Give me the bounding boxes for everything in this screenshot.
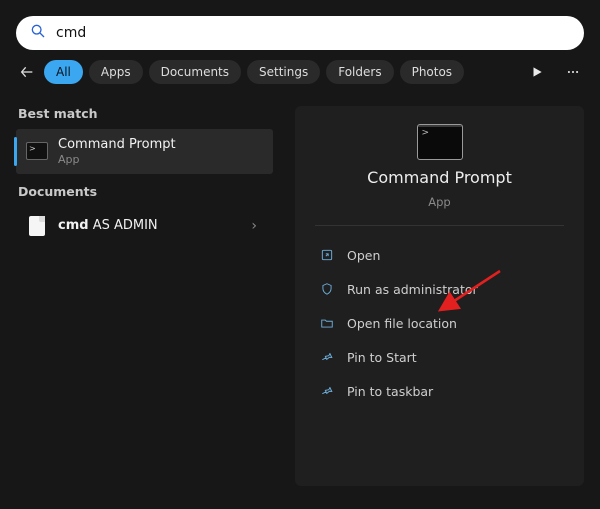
panel-title: Command Prompt (367, 168, 512, 187)
action-label: Open file location (347, 316, 457, 331)
search-area (0, 0, 600, 60)
back-button[interactable] (16, 61, 38, 83)
shield-icon (319, 281, 335, 297)
action-label: Run as administrator (347, 282, 478, 297)
details-column: Command Prompt App Open Run as a (285, 96, 600, 505)
panel-hero: Command Prompt App (315, 124, 564, 226)
document-icon (26, 215, 48, 237)
results-body: Best match Command Prompt App Documents … (0, 96, 600, 505)
documents-heading: Documents (18, 184, 273, 199)
more-icon[interactable] (562, 61, 584, 83)
search-input[interactable] (56, 25, 570, 41)
panel-subtitle: App (428, 195, 450, 209)
command-prompt-icon (26, 140, 48, 162)
filter-apps[interactable]: Apps (89, 60, 143, 84)
pin-icon (319, 383, 335, 399)
result-command-prompt[interactable]: Command Prompt App (16, 129, 273, 174)
pin-icon (319, 349, 335, 365)
action-label: Pin to taskbar (347, 384, 433, 399)
action-label: Open (347, 248, 380, 263)
open-icon (319, 247, 335, 263)
action-open-file-location[interactable]: Open file location (315, 308, 564, 338)
command-prompt-large-icon (417, 124, 463, 160)
action-open[interactable]: Open (315, 240, 564, 270)
play-icon[interactable] (526, 61, 548, 83)
best-match-heading: Best match (18, 106, 273, 121)
filter-documents[interactable]: Documents (149, 60, 241, 84)
results-left-column: Best match Command Prompt App Documents … (0, 96, 285, 505)
filter-photos[interactable]: Photos (400, 60, 464, 84)
result-title: Command Prompt (58, 137, 176, 153)
action-pin-to-taskbar[interactable]: Pin to taskbar (315, 376, 564, 406)
panel-actions: Open Run as administrator Open file loca… (315, 240, 564, 406)
action-pin-to-start[interactable]: Pin to Start (315, 342, 564, 372)
start-search-window: All Apps Documents Settings Folders Phot… (0, 0, 600, 509)
folder-icon (319, 315, 335, 331)
filter-row: All Apps Documents Settings Folders Phot… (0, 60, 600, 96)
search-box[interactable] (16, 16, 584, 50)
result-title: cmd AS ADMIN (58, 218, 158, 233)
filter-all[interactable]: All (44, 60, 83, 84)
search-icon (30, 23, 46, 43)
details-panel: Command Prompt App Open Run as a (295, 106, 584, 486)
filter-folders[interactable]: Folders (326, 60, 393, 84)
result-subtitle: App (58, 153, 176, 166)
action-label: Pin to Start (347, 350, 417, 365)
action-run-as-admin[interactable]: Run as administrator (315, 274, 564, 304)
chevron-right-icon: › (251, 218, 263, 234)
filter-settings[interactable]: Settings (247, 60, 320, 84)
result-document-cmd-as-admin[interactable]: cmd AS ADMIN › (16, 207, 273, 245)
